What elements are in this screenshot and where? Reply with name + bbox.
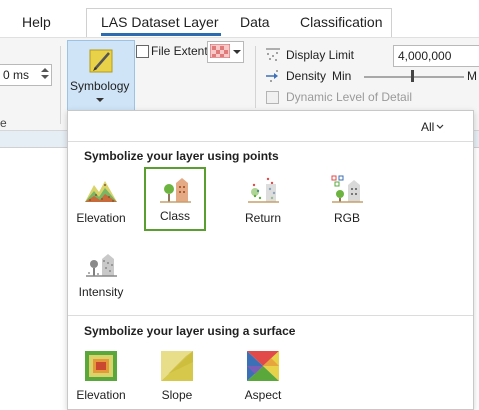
slider-track <box>364 76 464 78</box>
tab-help[interactable]: Help <box>22 14 51 30</box>
left-field-value: 0 <box>3 68 10 82</box>
gallery-filter-dropdown[interactable]: All <box>418 119 458 135</box>
gallery-item-label: Aspect <box>244 388 282 402</box>
symbology-button[interactable]: Symbology <box>67 40 135 113</box>
gallery-item-slope[interactable]: Slope <box>144 344 210 408</box>
gallery-divider <box>68 141 473 142</box>
density-slider[interactable] <box>364 70 464 84</box>
points-section-title: Symbolize your layer using points <box>84 149 279 163</box>
intensity-icon <box>86 254 117 277</box>
return-icon <box>248 177 279 203</box>
elevation-points-icon <box>85 181 117 202</box>
left-field-unit: ms <box>13 68 29 82</box>
surface-section-title: Symbolize your layer using a surface <box>84 324 296 338</box>
tab-data[interactable]: Data <box>240 14 270 30</box>
file-extent-label: File Extent <box>151 44 208 58</box>
gallery-item-label: Elevation <box>76 388 126 402</box>
gallery-item-elevation-surface[interactable]: Elevation <box>68 344 134 408</box>
active-tab-underline <box>101 33 221 36</box>
class-icon <box>160 178 191 203</box>
display-limit-value: 4,000,000 <box>398 49 452 63</box>
symbology-label: Symbology <box>70 79 130 93</box>
display-limit-field[interactable]: 4,000,000 <box>393 45 479 67</box>
chevron-down-icon <box>96 98 104 102</box>
gallery-item-label: Slope <box>161 388 193 402</box>
spin-down-icon <box>41 75 49 79</box>
checker-swatch-icon <box>209 43 231 61</box>
file-extent-color-picker[interactable] <box>207 41 244 63</box>
gallery-item-elevation-points[interactable]: Elevation <box>68 169 134 233</box>
gallery-item-label: Intensity <box>78 285 124 299</box>
gallery-item-label: RGB <box>333 211 360 225</box>
symbology-gallery: All Symbolize your layer using points El… <box>67 110 474 410</box>
left-time-field[interactable]: 0 ms <box>0 64 52 86</box>
dynamic-lod-checkbox[interactable] <box>266 91 279 104</box>
aspect-icon <box>247 351 279 381</box>
gallery-item-label: Elevation <box>76 211 126 225</box>
chevron-down-icon <box>436 124 444 129</box>
group-divider <box>255 46 256 108</box>
gallery-item-intensity[interactable]: Intensity <box>68 243 134 307</box>
display-limit-icon <box>265 47 281 66</box>
elevation-surface-icon <box>85 351 117 381</box>
gallery-item-return[interactable]: Return <box>230 169 296 233</box>
gallery-item-class[interactable]: Class <box>144 167 206 231</box>
gallery-item-rgb[interactable]: RGB <box>314 169 380 233</box>
ribbon-tab-bar: Help LAS Dataset Layer Data Classificati… <box>0 0 479 37</box>
density-label: Density <box>286 69 327 83</box>
slider-thumb[interactable] <box>410 70 414 82</box>
tab-las-dataset-layer[interactable]: LAS Dataset Layer <box>101 14 219 30</box>
gallery-item-label: Class <box>159 209 190 223</box>
dynamic-lod-label: Dynamic Level of Detail <box>286 90 413 104</box>
file-extent-checkbox[interactable] <box>136 45 149 58</box>
chevron-down-icon <box>233 50 241 54</box>
group-divider <box>60 46 61 124</box>
density-min-label: Min <box>332 69 352 83</box>
gallery-item-label: Return <box>244 211 282 225</box>
gallery-divider <box>68 315 473 316</box>
slope-icon <box>161 351 193 381</box>
symbology-icon <box>86 46 116 76</box>
spin-up-icon <box>41 68 49 72</box>
rgb-icon <box>331 175 363 203</box>
density-icon <box>265 68 281 87</box>
gallery-item-aspect[interactable]: Aspect <box>230 344 296 408</box>
tab-classification[interactable]: Classification <box>300 14 382 30</box>
left-group-label: e <box>0 116 7 130</box>
density-max-label: M <box>467 69 477 83</box>
gallery-filter-label: All <box>421 120 435 134</box>
display-limit-label: Display Limit <box>286 48 355 62</box>
spinner-arrows[interactable] <box>41 67 49 81</box>
